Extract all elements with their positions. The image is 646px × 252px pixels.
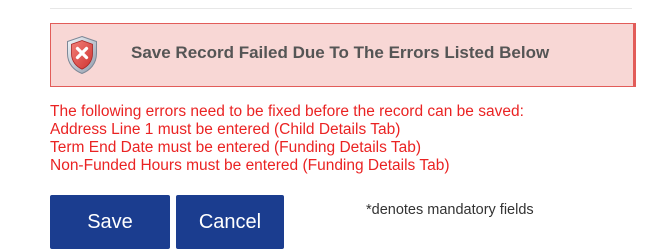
action-button-row: Save Cancel	[50, 195, 284, 249]
error-term-end-date: Term End Date must be entered (Funding D…	[50, 139, 422, 156]
error-banner: Save Record Failed Due To The Errors Lis…	[50, 23, 636, 87]
validation-error-list: The following errors need to be fixed be…	[50, 103, 524, 175]
top-divider	[50, 8, 632, 9]
cancel-button[interactable]: Cancel	[176, 195, 284, 249]
mandatory-fields-note: *denotes mandatory fields	[366, 202, 534, 218]
error-banner-message: Save Record Failed Due To The Errors Lis…	[131, 43, 550, 62]
error-address-line-1: Address Line 1 must be entered (Child De…	[50, 121, 401, 138]
save-error-panel: Save Record Failed Due To The Errors Lis…	[0, 0, 646, 252]
save-button[interactable]: Save	[50, 195, 170, 249]
error-non-funded-hours: Non-Funded Hours must be entered (Fundin…	[50, 157, 450, 174]
error-summary-text: The following errors need to be fixed be…	[50, 103, 524, 120]
shield-x-icon	[67, 35, 97, 75]
